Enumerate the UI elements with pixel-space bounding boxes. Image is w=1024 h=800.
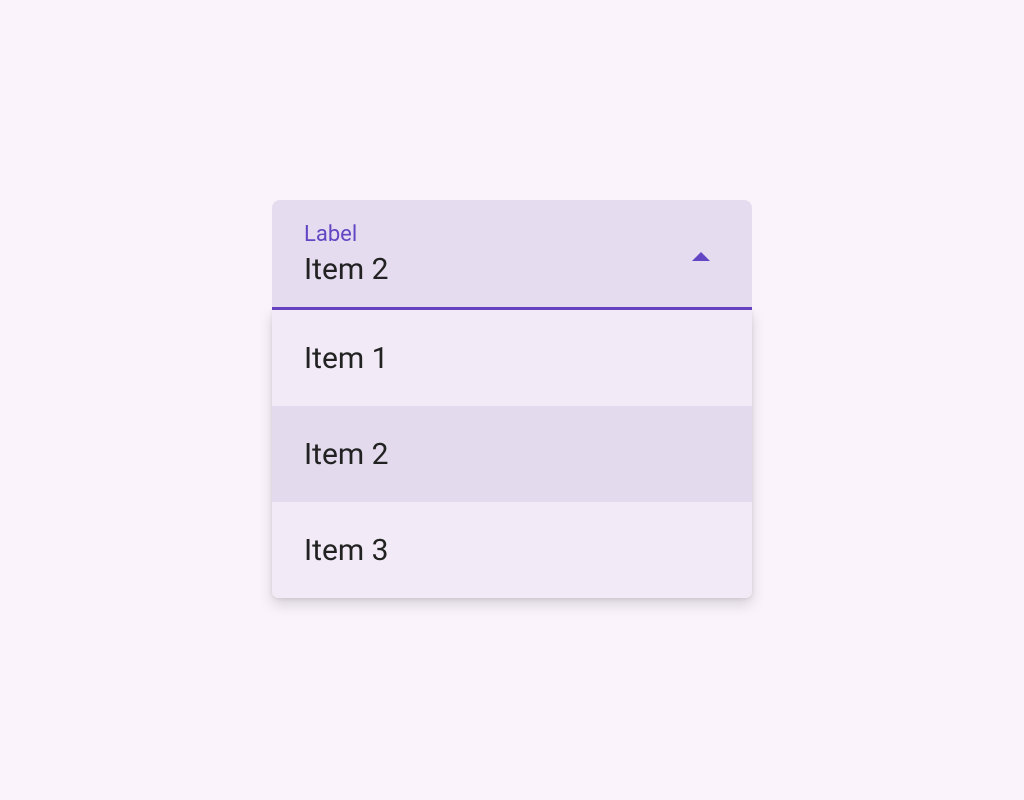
select-option-label: Item 3 [304,533,389,568]
select-menu: Item 1 Item 2 Item 3 [272,310,752,598]
select-option-label: Item 2 [304,437,389,472]
select-option-2[interactable]: Item 2 [272,406,752,502]
select-option-3[interactable]: Item 3 [272,502,752,598]
select-value: Item 2 [304,250,720,289]
select-option-label: Item 1 [304,341,389,376]
select-field[interactable]: Label Item 2 [272,200,752,310]
select-label: Label [304,222,720,248]
chevron-up-icon [692,252,710,261]
select-container: Label Item 2 Item 1 Item 2 Item 3 [272,200,752,598]
select-option-1[interactable]: Item 1 [272,310,752,406]
